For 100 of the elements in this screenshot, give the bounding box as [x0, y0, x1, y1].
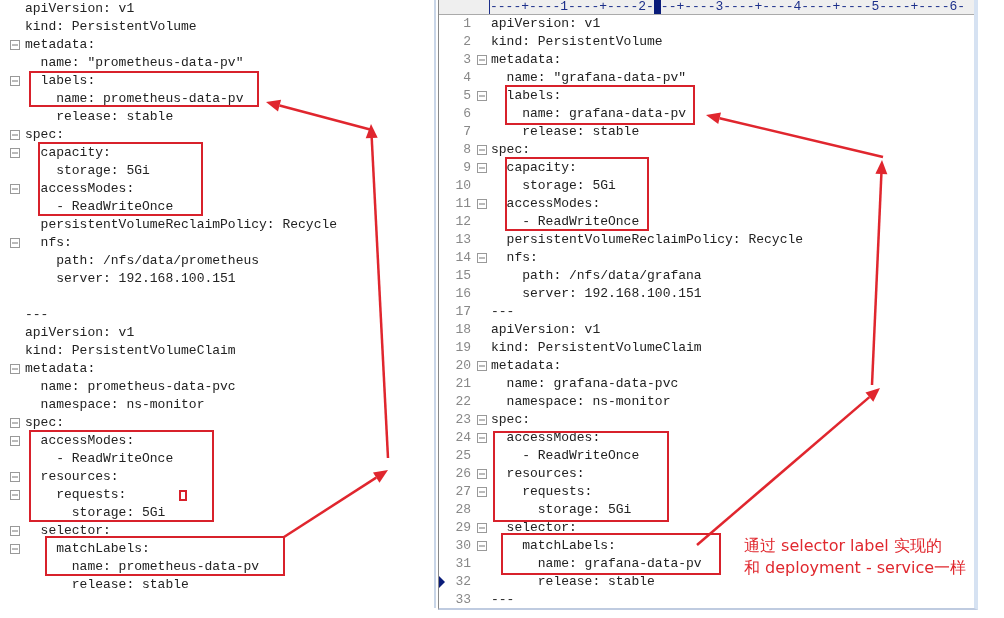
fold-icon[interactable]: [477, 415, 487, 425]
line-number: 16: [454, 285, 471, 303]
line-number: 9: [462, 159, 471, 177]
column-marker-icon: [653, 0, 661, 14]
code-line: kind: PersistentVolume: [491, 33, 663, 51]
code-line: apiVersion: v1: [491, 15, 601, 33]
fold-icon[interactable]: [10, 238, 20, 248]
fold-icon[interactable]: [10, 544, 20, 554]
fold-icon[interactable]: [477, 163, 487, 173]
fold-icon[interactable]: [477, 469, 487, 479]
code-line: spec:: [491, 411, 530, 429]
fold-icon[interactable]: [477, 91, 487, 101]
code-line: storage: 5Gi: [536, 501, 632, 519]
line-number: 24: [454, 429, 471, 447]
code-line: release: stable: [55, 108, 174, 126]
annotation-text: 和 deployment - service一样: [744, 557, 967, 579]
code-line: apiVersion: v1: [25, 324, 135, 342]
code-line: resources:: [505, 465, 585, 483]
code-line: kind: PersistentVolumeClaim: [491, 339, 702, 357]
code-line: selector:: [39, 522, 111, 540]
code-line: name: grafana-data-pvc: [505, 375, 679, 393]
code-line: metadata:: [491, 357, 562, 375]
line-number: 28: [454, 501, 471, 519]
line-number: 14: [454, 249, 471, 267]
fold-icon[interactable]: [10, 40, 20, 50]
code-line: spec:: [491, 141, 530, 159]
code-line: release: stable: [70, 576, 189, 594]
code-line: path: /nfs/data/grafana: [521, 267, 702, 285]
line-number: 22: [454, 393, 471, 411]
fold-icon[interactable]: [10, 436, 20, 446]
fold-icon[interactable]: [477, 253, 487, 263]
line-number: 8: [462, 141, 471, 159]
code-line: namespace: ns-monitor: [39, 396, 205, 414]
ruler-scale: ----+----1----+----2-: [489, 0, 654, 14]
code-line: ---: [491, 591, 515, 609]
line-number: 3: [462, 51, 471, 69]
fold-icon[interactable]: [10, 148, 20, 158]
line-number: 1: [462, 15, 471, 33]
line-number: 13: [454, 231, 471, 249]
code-line: - ReadWriteOnce: [521, 447, 640, 465]
code-line: name: "prometheus-data-pv": [39, 54, 244, 72]
line-number: 17: [454, 303, 471, 321]
code-line: requests:: [55, 486, 127, 504]
code-line: ---: [491, 303, 515, 321]
line-number: 10: [454, 177, 471, 195]
line-number: 4: [462, 69, 471, 87]
code-line: name: grafana-data-pv: [521, 105, 687, 123]
line-number: 27: [454, 483, 471, 501]
code-line: resources:: [39, 468, 119, 486]
line-number: 15: [454, 267, 471, 285]
fold-icon[interactable]: [10, 184, 20, 194]
fold-icon[interactable]: [10, 130, 20, 140]
code-line: labels:: [505, 87, 562, 105]
fold-icon[interactable]: [10, 76, 20, 86]
code-line: namespace: ns-monitor: [505, 393, 671, 411]
fold-icon[interactable]: [477, 361, 487, 371]
fold-icon[interactable]: [10, 490, 20, 500]
line-number: 5: [462, 87, 471, 105]
code-line: apiVersion: v1: [25, 0, 135, 18]
code-line: storage: 5Gi: [521, 177, 616, 195]
fold-icon[interactable]: [10, 526, 20, 536]
code-line: selector:: [505, 519, 577, 537]
ruler-scale: --+----3----+----4----+----5----+----6-: [660, 0, 966, 14]
code-line: release: stable: [521, 123, 640, 141]
fold-icon[interactable]: [10, 364, 20, 374]
fold-icon[interactable]: [477, 145, 487, 155]
code-line: name: prometheus-data-pv: [70, 558, 260, 576]
code-line: storage: 5Gi: [70, 504, 166, 522]
fold-icon[interactable]: [10, 418, 20, 428]
fold-icon[interactable]: [477, 55, 487, 65]
fold-icon[interactable]: [477, 487, 487, 497]
line-number: 2: [462, 33, 471, 51]
code-line: accessModes:: [505, 195, 601, 213]
line-number: 29: [454, 519, 471, 537]
code-line: matchLabels:: [521, 537, 616, 555]
code-line: metadata:: [491, 51, 562, 69]
line-number: 25: [454, 447, 471, 465]
code-line: accessModes:: [39, 432, 135, 450]
fold-icon[interactable]: [477, 523, 487, 533]
code-line: ---: [25, 306, 49, 324]
line-number: 12: [454, 213, 471, 231]
line-number: 19: [454, 339, 471, 357]
line-number: 11: [454, 195, 471, 213]
fold-icon[interactable]: [10, 472, 20, 482]
annotation-text: 通过 selector label 实现的: [744, 535, 943, 557]
line-number: 30: [454, 537, 471, 555]
code-line: nfs:: [39, 234, 72, 252]
fold-icon[interactable]: [477, 433, 487, 443]
code-line: kind: PersistentVolumeClaim: [25, 342, 236, 360]
code-line: spec:: [25, 414, 64, 432]
code-line: spec:: [25, 126, 64, 144]
line-number: 33: [454, 591, 471, 609]
code-line: persistentVolumeReclaimPolicy: Recycle: [39, 216, 338, 234]
line-number: 20: [454, 357, 471, 375]
code-line: capacity:: [505, 159, 577, 177]
code-line: accessModes:: [505, 429, 601, 447]
fold-icon[interactable]: [477, 541, 487, 551]
fold-icon[interactable]: [477, 199, 487, 209]
code-line: release: stable: [536, 573, 655, 591]
code-line: path: /nfs/data/prometheus: [55, 252, 260, 270]
